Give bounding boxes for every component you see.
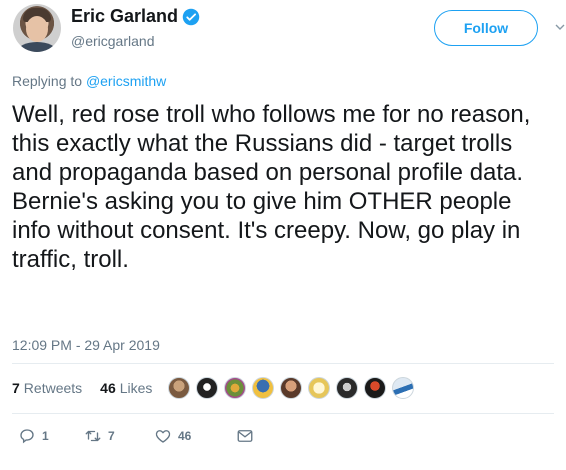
envelope-icon xyxy=(237,430,253,442)
like-count: 46 xyxy=(178,429,192,443)
stats-gap xyxy=(86,380,96,396)
reply-button[interactable]: 1 xyxy=(18,427,84,445)
heart-icon xyxy=(155,430,171,443)
author-name[interactable]: Eric Garland xyxy=(71,6,178,27)
replying-to: Replying to @ericsmithw xyxy=(12,73,166,89)
liker-avatar[interactable] xyxy=(224,377,246,399)
replying-to-prefix: Replying to xyxy=(12,73,83,89)
like-button[interactable]: 46 xyxy=(154,427,236,445)
liker-avatar[interactable] xyxy=(252,377,274,399)
liker-avatar[interactable] xyxy=(308,377,330,399)
liker-avatars xyxy=(168,377,414,399)
liker-avatar[interactable] xyxy=(392,377,414,399)
avatar-face xyxy=(26,16,48,42)
likes-label[interactable]: Likes xyxy=(120,380,153,396)
retweet-button[interactable]: 7 xyxy=(84,427,154,445)
divider xyxy=(12,413,554,414)
liker-avatar[interactable] xyxy=(280,377,302,399)
chevron-down-icon[interactable] xyxy=(555,22,565,32)
retweet-icon xyxy=(85,430,101,442)
tweet-stats: 7 Retweets 46 Likes xyxy=(12,380,152,396)
follow-button[interactable]: Follow xyxy=(434,10,538,46)
liker-avatar[interactable] xyxy=(364,377,386,399)
author-avatar[interactable] xyxy=(13,4,61,52)
liker-avatar[interactable] xyxy=(336,377,358,399)
author-handle[interactable]: @ericgarland xyxy=(71,33,154,49)
replying-to-handle-link[interactable]: @ericsmithw xyxy=(86,73,166,89)
reply-count: 1 xyxy=(42,429,49,443)
verified-badge-icon xyxy=(182,8,200,26)
reply-icon xyxy=(20,429,34,444)
retweet-count: 7 xyxy=(108,429,115,443)
tweet-timestamp[interactable]: 12:09 PM - 29 Apr 2019 xyxy=(12,337,160,353)
divider xyxy=(12,363,554,364)
liker-avatar[interactable] xyxy=(196,377,218,399)
avatar-shirt xyxy=(17,42,57,52)
tweet-actions: 1 7 46 xyxy=(18,427,254,445)
tweet-text: Well, red rose troll who follows me for … xyxy=(12,101,531,273)
retweets-count[interactable]: 7 xyxy=(12,380,20,396)
direct-message-button[interactable] xyxy=(236,427,254,445)
retweets-label[interactable]: Retweets xyxy=(24,380,82,396)
likes-count[interactable]: 46 xyxy=(100,380,116,396)
liker-avatar[interactable] xyxy=(168,377,190,399)
